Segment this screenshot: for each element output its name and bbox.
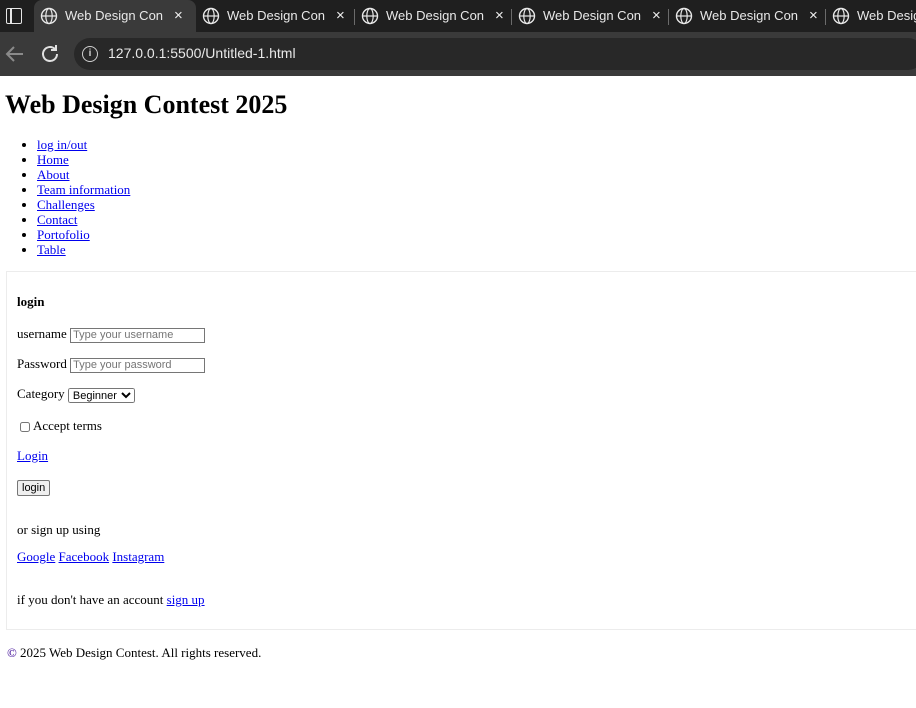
- google-link[interactable]: Google: [17, 549, 55, 564]
- nav-link-team[interactable]: Team information: [37, 182, 130, 197]
- nav-link-table[interactable]: Table: [37, 242, 66, 257]
- page-title: Web Design Contest 2025: [5, 90, 288, 119]
- username-label: username: [17, 326, 67, 341]
- nav-item-about: About: [37, 167, 130, 182]
- url-text: 127.0.0.1:5500/Untitled-1.html: [108, 45, 296, 61]
- nav-item-challenges: Challenges: [37, 197, 130, 212]
- browser-tab[interactable]: Web Design Contest 2025 ×: [669, 0, 825, 32]
- nav-link-about[interactable]: About: [37, 167, 70, 182]
- tab-title: Web Design Contest 2025: [65, 8, 163, 23]
- url-field[interactable]: i 127.0.0.1:5500/Untitled-1.html: [74, 38, 916, 70]
- category-label: Category: [17, 386, 65, 401]
- password-row: Password: [17, 356, 206, 373]
- login-button-row: login: [17, 479, 51, 496]
- login-link-row: Login: [17, 448, 48, 464]
- accept-terms-checkbox[interactable]: [20, 422, 30, 433]
- globe-icon: [361, 7, 379, 25]
- browser-tab-bar: Web Design Contest 2025 × Web Design Con…: [0, 0, 916, 32]
- nav-item-home: Home: [37, 152, 130, 167]
- login-heading: login: [17, 294, 45, 309]
- social-links: Google Facebook Instagram: [17, 549, 164, 565]
- nav-link-challenges[interactable]: Challenges: [37, 197, 95, 212]
- nav-link-portfolio[interactable]: Portofolio: [37, 227, 90, 242]
- reload-icon[interactable]: [38, 42, 62, 66]
- password-label: Password: [17, 356, 67, 371]
- window-menu-icon[interactable]: [6, 8, 22, 24]
- accept-terms-row: Accept terms: [17, 418, 102, 434]
- facebook-link[interactable]: Facebook: [59, 549, 110, 564]
- globe-icon: [518, 7, 536, 25]
- page-content: Web Design Contest 2025 log in/out Home …: [0, 76, 916, 708]
- close-tab-icon[interactable]: ×: [809, 7, 818, 24]
- back-arrow-icon[interactable]: [3, 42, 27, 66]
- login-form: login username Password Category Beginne…: [6, 271, 916, 630]
- browser-tab[interactable]: Web Design Contest 2025 ×: [34, 0, 196, 32]
- nav-link-login[interactable]: log in/out: [37, 137, 87, 152]
- signup-using-text: or sign up using: [17, 522, 101, 537]
- globe-icon: [202, 7, 220, 25]
- username-input[interactable]: [70, 327, 206, 343]
- browser-tab[interactable]: Web Design Contest 2025 ×: [355, 0, 512, 32]
- address-bar: i 127.0.0.1:5500/Untitled-1.html: [0, 32, 916, 76]
- tab-title: Web Design Contest 2025: [386, 8, 484, 23]
- nav-item-login: log in/out: [37, 137, 130, 152]
- close-tab-icon[interactable]: ×: [336, 7, 345, 24]
- site-info-icon[interactable]: i: [82, 46, 98, 62]
- main-nav: log in/out Home About Team information C…: [37, 137, 130, 257]
- tab-title: Web Design Contest 2025: [227, 8, 325, 23]
- globe-icon: [832, 7, 850, 25]
- footer: © 2025 Web Design Contest. All rights re…: [7, 645, 261, 661]
- tab-title: Web Design Contest 2025: [543, 8, 641, 23]
- signup-link[interactable]: sign up: [167, 592, 205, 607]
- globe-icon: [675, 7, 693, 25]
- login-link[interactable]: Login: [17, 448, 48, 463]
- close-tab-icon[interactable]: ×: [174, 7, 183, 24]
- close-tab-icon[interactable]: ×: [652, 7, 661, 24]
- category-row: Category Beginner: [17, 386, 135, 403]
- close-tab-icon[interactable]: ×: [495, 7, 504, 24]
- nav-link-contact[interactable]: Contact: [37, 212, 77, 227]
- browser-tab[interactable]: Web Design Contest 2025 ×: [512, 0, 669, 32]
- signup-row: if you don't have an account sign up: [17, 592, 205, 608]
- browser-tab[interactable]: Web Design Contest 2025 ×: [196, 0, 354, 32]
- nav-item-portfolio: Portofolio: [37, 227, 130, 242]
- nav-item-contact: Contact: [37, 212, 130, 227]
- instagram-link[interactable]: Instagram: [112, 549, 164, 564]
- category-select[interactable]: Beginner: [67, 387, 135, 403]
- accept-terms-label: Accept terms: [33, 418, 102, 433]
- copyright-icon: ©: [7, 645, 17, 660]
- globe-icon: [40, 7, 58, 25]
- tab-title: Web Design Contest 2025: [700, 8, 798, 23]
- nav-item-team: Team information: [37, 182, 130, 197]
- footer-text: 2025 Web Design Contest. All rights rese…: [19, 645, 262, 660]
- password-input[interactable]: [70, 357, 206, 373]
- browser-tab[interactable]: Web Design Contest 2025: [826, 0, 916, 32]
- nav-item-table: Table: [37, 242, 130, 257]
- tab-title: Web Design Contest 2025: [857, 8, 916, 23]
- username-row: username: [17, 326, 206, 343]
- nav-link-home[interactable]: Home: [37, 152, 69, 167]
- no-account-text: if you don't have an account: [17, 592, 164, 607]
- login-button[interactable]: login: [17, 480, 51, 496]
